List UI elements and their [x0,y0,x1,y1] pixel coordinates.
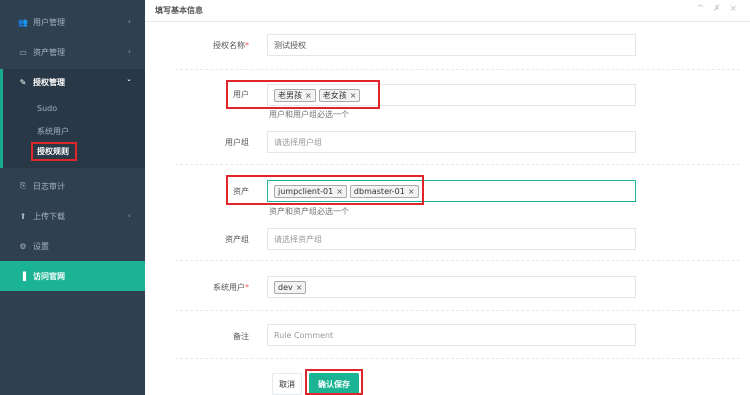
users-select[interactable]: 老男孩 × 老女孩 × [267,84,636,106]
nav-upload-download[interactable]: ⬆ 上传下载 ‹ [0,201,145,231]
users-label: 用户 [233,90,249,99]
user-tag-label: 老男孩 [278,90,302,100]
asset-group-select[interactable]: 请选择资产组 [267,228,636,250]
nav-settings[interactable]: ⚙ 设置 [0,231,145,261]
user-group-placeholder: 请选择用户组 [274,137,322,147]
system-user-tag-label: dev [278,282,293,292]
nav-settings-label: 设置 [33,241,49,251]
nav-visit-website[interactable]: ▐ 访问官网 [0,261,145,291]
divider [175,358,740,359]
nav-log-audit[interactable]: ⎘ 日志审计 [0,171,145,201]
permission-submenu: Sudo 系统用户 授权规则 [0,96,145,168]
chevron-left-icon: ‹ [127,17,131,26]
nav-visit-website-label: 访问官网 [33,271,65,281]
asset-tag-label: jumpclient-01 [278,186,334,196]
system-user-select[interactable]: dev × [267,276,636,298]
chevron-down-icon: ˇ [127,79,131,88]
user-group-label: 用户组 [225,138,249,147]
required-mark: * [245,41,249,50]
tag-remove-icon[interactable]: × [408,187,415,196]
panel-title: 填写基本信息 [155,6,203,15]
asset-group-label: 资产组 [225,235,249,244]
system-user-label-text: 系统用户 [213,283,245,292]
system-user-tag: dev × [274,280,307,294]
cancel-button[interactable]: 取消 [272,373,302,395]
user-tag-label: 老女孩 [322,90,347,100]
users-help-text: 用户和用户组必选一个 [269,110,349,119]
tag-remove-icon[interactable]: × [350,91,357,100]
gears-icon: ⚙ [19,241,27,251]
nav-user-management[interactable]: 👥 用户管理 ‹ [0,7,145,37]
book-icon: ▐ [19,271,27,281]
tag-remove-icon[interactable]: × [296,283,303,292]
sidebar-item-sudo[interactable]: Sudo [37,104,57,113]
asset-tag-label: dbmaster-01 [353,186,405,196]
divider [175,164,740,165]
sidebar-item-system-users[interactable]: 系统用户 [37,126,69,137]
asset-tag: jumpclient-01 × [274,184,347,198]
upload-icon: ⬆ [19,211,27,221]
user-tag: 老男孩 × [274,88,316,102]
name-label-text: 授权名称 [213,41,245,50]
comment-input[interactable]: Rule Comment [267,324,636,346]
system-user-label: 系统用户* [145,282,249,293]
divider [175,310,740,311]
nav-permission-management[interactable]: ✎ 授权管理 ˇ [0,69,145,96]
sidebar: 👥 用户管理 ‹ ▭ 资产管理 ‹ ✎ 授权管理 ˇ Sudo 系统用户 授权规… [0,0,145,395]
assets-label: 资产 [233,187,249,196]
copy-icon: ⎘ [19,181,27,190]
users-icon: 👥 [18,17,28,27]
nav-upload-download-label: 上传下载 [33,211,65,221]
nav-log-audit-label: 日志审计 [33,181,65,191]
chevron-left-icon: ‹ [127,47,131,56]
nav-asset-management-label: 资产管理 [33,47,65,57]
save-button[interactable]: 确认保存 [309,373,359,395]
required-mark: * [245,283,249,292]
asset-tag: dbmaster-01 × [349,184,419,198]
nav-user-management-label: 用户管理 [33,17,65,27]
panel-tools-icons[interactable]: ^ ✗ × [697,4,740,14]
inbox-icon: ▭ [19,47,27,57]
assets-help-text: 资产和资产组必选一个 [269,207,349,216]
name-input[interactable]: 测试授权 [267,34,636,56]
asset-group-placeholder: 请选择资产组 [274,234,322,244]
sidebar-item-permission-rules[interactable]: 授权规则 [37,146,69,157]
assets-select[interactable]: jumpclient-01 × dbmaster-01 × [267,180,636,202]
tag-remove-icon[interactable]: × [305,91,312,100]
tag-remove-icon[interactable]: × [336,187,343,196]
name-label: 授权名称* [145,40,249,51]
comment-label: 备注 [233,332,249,341]
divider [175,69,740,70]
edit-icon: ✎ [19,78,27,87]
divider [175,260,740,261]
nav-permission-management-label: 授权管理 [33,78,65,87]
chevron-left-icon: ‹ [127,211,131,220]
nav-asset-management[interactable]: ▭ 资产管理 ‹ [0,37,145,67]
comment-placeholder: Rule Comment [274,330,334,340]
panel-header: 填写基本信息 ^ ✗ × [145,0,750,22]
user-group-select[interactable]: 请选择用户组 [267,131,636,153]
user-tag: 老女孩 × [318,88,361,102]
name-input-value: 测试授权 [274,40,306,50]
